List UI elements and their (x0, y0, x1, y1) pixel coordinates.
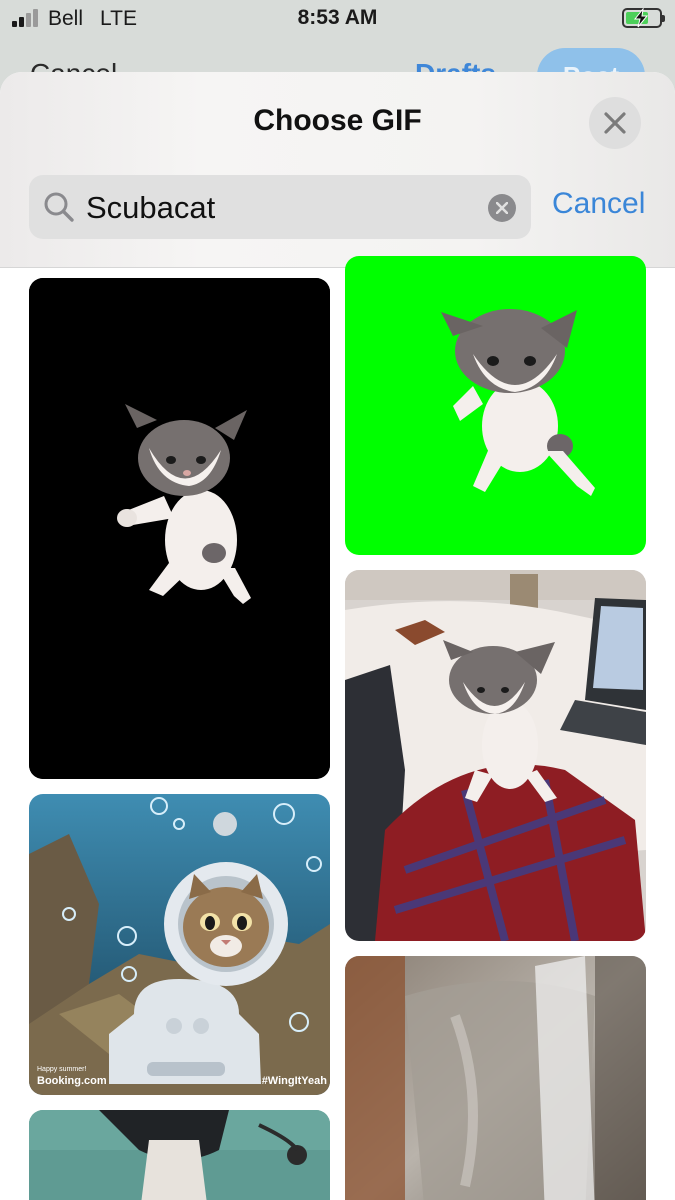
gif-result-cat-in-costume[interactable] (29, 1110, 330, 1200)
gif-result-kitten-on-bed[interactable] (345, 570, 646, 941)
status-bar: Bell LTE 8:53 AM (0, 0, 675, 40)
sheet-title: Choose GIF (253, 104, 422, 137)
gif-result-dancing-kitten-green[interactable] (345, 256, 646, 555)
svg-text:#WingItYeah: #WingItYeah (262, 1075, 328, 1087)
kitten-on-bed-image (345, 570, 646, 941)
gif-picker-header: Choose GIF Scubacat Cancel (0, 72, 675, 268)
search-cancel-button[interactable]: Cancel (552, 187, 645, 221)
kitten-image (29, 278, 330, 779)
clear-icon (496, 202, 508, 214)
svg-text:Booking.com: Booking.com (37, 1075, 107, 1087)
battery-charging-icon (622, 8, 665, 28)
search-icon (44, 192, 74, 222)
close-button[interactable] (589, 97, 641, 149)
search-input[interactable]: Scubacat (86, 190, 215, 226)
blurry-glass-image (345, 956, 646, 1200)
gif-result-scubacat[interactable]: Happy summer! Booking.com #WingItYeah (29, 794, 330, 1095)
gif-result-blurry-glass[interactable] (345, 956, 646, 1200)
kitten-image (345, 256, 646, 555)
gif-result-dancing-kitten-black[interactable] (29, 278, 330, 779)
gif-search-field[interactable]: Scubacat (29, 175, 531, 239)
clear-search-button[interactable] (488, 194, 516, 222)
status-time: 8:53 AM (297, 6, 378, 29)
close-icon (604, 112, 626, 134)
svg-text:Happy summer!: Happy summer! (37, 1066, 86, 1073)
cat-costume-image (29, 1110, 330, 1200)
scubacat-image: Happy summer! Booking.com #WingItYeah (29, 794, 330, 1095)
